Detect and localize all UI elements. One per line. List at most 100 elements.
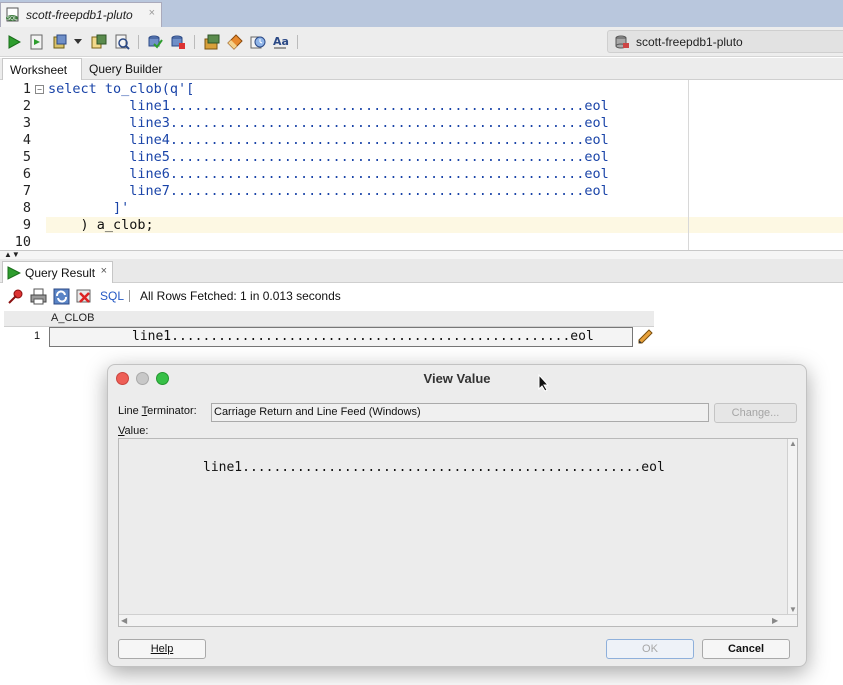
autotrace-icon — [53, 34, 67, 49]
svg-text:Aa: Aa — [273, 35, 289, 48]
scroll-down-icon[interactable]: ▼ — [789, 605, 797, 614]
pin-button[interactable] — [7, 288, 24, 305]
code-line: line7...................................… — [48, 183, 609, 199]
line-number: 7 — [22, 183, 31, 199]
splitter-arrows-icon[interactable]: ▲▼ — [4, 251, 20, 259]
column-header-a-clob[interactable]: A_CLOB — [51, 312, 94, 324]
pencil-icon — [638, 329, 653, 344]
scroll-right-icon[interactable]: ▶ — [772, 616, 778, 625]
result-toolbar: SQL All Rows Fetched: 1 in 0.013 seconds — [0, 284, 843, 308]
worksheet-toolbar: Aa scott-freepdb1-pluto — [0, 27, 843, 57]
editor-result-splitter[interactable]: ▲▼ — [0, 250, 843, 259]
rollback-icon — [171, 35, 185, 49]
a-clob-cell[interactable]: line1...................................… — [49, 327, 633, 347]
ok-button[interactable]: OK — [606, 639, 694, 659]
code-line: line1...................................… — [48, 98, 609, 114]
play-icon — [7, 265, 21, 280]
value-text: line1...................................… — [203, 460, 665, 475]
cancel-button[interactable]: Cancel — [702, 639, 790, 659]
current-code-line: ) a_clob; — [46, 217, 843, 233]
explain-plan-icon — [91, 34, 107, 49]
printer-icon — [30, 288, 47, 305]
autotrace-dropdown[interactable] — [71, 32, 85, 52]
toolbar-separator — [194, 35, 195, 49]
commit-button[interactable] — [145, 32, 165, 52]
print-button[interactable] — [30, 288, 47, 305]
sql-history-button[interactable] — [202, 32, 222, 52]
line-number: 5 — [22, 149, 31, 165]
toolbar-separator — [138, 35, 139, 49]
connection-name: scott-freepdb1-pluto — [636, 34, 743, 49]
scroll-up-icon[interactable]: ▲ — [789, 439, 797, 448]
sql-tuning-button[interactable] — [248, 32, 268, 52]
cancel-fetch-button[interactable] — [76, 288, 93, 305]
code-line: line6...................................… — [48, 166, 609, 182]
close-tab-icon[interactable]: × — [149, 7, 155, 19]
line-number: 3 — [22, 115, 31, 131]
delete-grid-icon — [76, 289, 91, 303]
line-number: 10 — [14, 234, 31, 250]
edit-value-button[interactable] — [637, 329, 653, 345]
value-label: Value: — [118, 425, 149, 437]
rollback-button[interactable] — [168, 32, 188, 52]
code-line: line4...................................… — [48, 132, 609, 148]
play-icon — [8, 35, 21, 49]
toolbar-separator — [129, 290, 130, 302]
history-icon — [204, 34, 220, 50]
query-result-tab-label: Query Result — [25, 265, 96, 280]
database-connection-icon — [615, 35, 629, 48]
tab-query-result[interactable]: Query Result × — [2, 261, 113, 283]
tab-query-builder[interactable]: Query Builder — [82, 58, 169, 80]
line-terminator-field[interactable]: Carriage Return and Line Feed (Windows) — [211, 403, 709, 422]
line-number: 8 — [22, 200, 31, 216]
vertical-scrollbar[interactable]: ▲ ▼ — [787, 439, 797, 614]
format-button[interactable]: Aa — [271, 32, 291, 52]
table-row[interactable]: 1 line1.................................… — [4, 327, 654, 347]
document-tab-bar: SQL scott-freepdb1-pluto × — [0, 0, 843, 27]
line-number: 6 — [22, 166, 31, 182]
code-line: line3...................................… — [48, 115, 609, 131]
clock-icon — [250, 36, 266, 49]
value-text-area[interactable]: line1...................................… — [118, 438, 798, 627]
scroll-left-icon[interactable]: ◀ — [121, 616, 127, 625]
document-tab-title: scott-freepdb1-pluto — [26, 8, 133, 22]
eraser-icon — [227, 34, 243, 50]
sql-editor[interactable]: 1 2 3 4 5 6 7 8 9 10 − select to_clob(q'… — [0, 80, 843, 250]
change-button[interactable]: Change... — [714, 403, 797, 423]
sql-link[interactable]: SQL — [100, 289, 124, 303]
autotrace-button[interactable] — [50, 32, 70, 52]
horizontal-scrollbar[interactable]: ◀ ▶ — [119, 614, 797, 626]
document-tab[interactable]: SQL scott-freepdb1-pluto × — [0, 2, 162, 27]
help-button[interactable]: Help — [118, 639, 206, 659]
tab-worksheet[interactable]: Worksheet — [2, 58, 82, 80]
tuning-icon — [115, 34, 130, 50]
run-statement-button[interactable] — [4, 32, 24, 52]
right-margin-guide — [688, 80, 689, 250]
code-line: ]' — [48, 200, 130, 216]
toolbar-separator — [297, 35, 298, 49]
pin-icon — [8, 289, 23, 304]
explain-plan-button[interactable] — [89, 32, 109, 52]
connection-selector[interactable]: scott-freepdb1-pluto — [607, 30, 843, 53]
result-tab-bar: Query Result × — [0, 259, 843, 283]
result-grid-header: A_CLOB — [4, 311, 654, 327]
code-line: select to_clob(q'[ — [48, 81, 195, 97]
clear-button[interactable] — [225, 32, 245, 52]
svg-text:SQL: SQL — [7, 16, 17, 22]
sql-tuning-advisor-button[interactable] — [112, 32, 132, 52]
run-script-button[interactable] — [27, 32, 47, 52]
view-value-dialog: View Value Line Terminator: Carriage Ret… — [107, 364, 807, 667]
refresh-button[interactable] — [53, 288, 70, 305]
format-text-icon: Aa — [273, 35, 289, 49]
row-number: 1 — [34, 330, 41, 342]
line-number: 2 — [22, 98, 31, 114]
close-result-tab-icon[interactable]: × — [101, 265, 107, 277]
fetch-status: All Rows Fetched: 1 in 0.013 seconds — [140, 289, 341, 303]
script-icon — [30, 34, 43, 50]
sql-worksheet-icon: SQL — [5, 7, 21, 23]
code-line: line5...................................… — [48, 149, 609, 165]
fold-toggle-icon[interactable]: − — [35, 85, 44, 94]
line-number: 9 — [22, 217, 31, 233]
mouse-cursor-icon — [538, 374, 550, 392]
line-number-gutter: 1 2 3 4 5 6 7 8 9 10 — [0, 80, 34, 250]
